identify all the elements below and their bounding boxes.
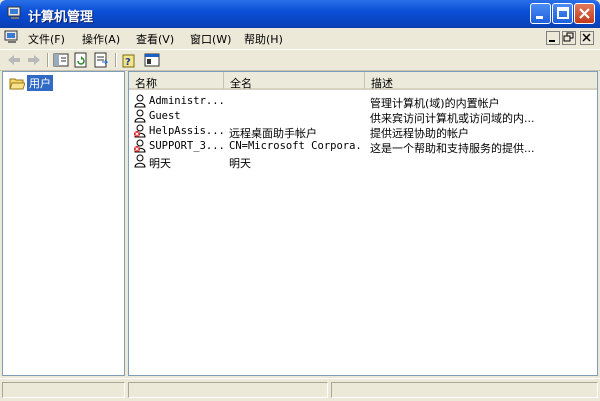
user-name: Guest [149,110,181,122]
menu-help[interactable]: 帮助(H) [244,31,283,47]
restore-icon [563,32,574,42]
computer-management-window: 计算机管理 文件(F) 操作(A) 查看(V) 窗口(W) 帮助(H) ? 用户… [0,0,600,401]
help-icon[interactable]: ? [122,52,138,68]
properties-icon[interactable] [144,52,160,68]
export-list-icon[interactable] [93,52,109,68]
refresh-icon[interactable] [73,52,89,68]
toolbar-separator [115,53,117,67]
user-fullname: 明天 [229,157,251,170]
menu-action[interactable]: 操作(A) [82,31,120,47]
folder-open-icon [9,78,25,89]
user-fullname: CN=Microsoft Corpora... [229,140,363,152]
status-bar [0,378,600,401]
status-panel [128,382,328,398]
menu-window[interactable]: 窗口(W) [190,31,231,47]
user-name: 明天 [149,157,171,170]
column-header-label: 全名 [230,77,252,90]
close-icon [579,8,590,19]
disabled-user-icon [134,124,146,138]
minimize-icon [549,40,555,42]
table-row[interactable]: 明天 明天 [129,154,597,170]
toolbar: ? [0,49,600,71]
user-name: SUPPORT_3... [149,140,225,152]
column-header-label: 名称 [135,77,157,90]
menu-view[interactable]: 查看(V) [136,31,174,47]
maximize-icon [557,7,569,19]
child-restore-button[interactable] [562,31,576,45]
system-menu-icon[interactable] [4,30,20,45]
minimize-button[interactable] [530,3,551,24]
column-header-name[interactable]: 名称 [129,72,224,90]
toolbar-separator [47,53,49,67]
child-close-button[interactable] [580,31,594,45]
table-row[interactable]: Administr... 管理计算机(域)的内置帐户 [129,94,597,110]
table-row[interactable]: HelpAssis... 远程桌面助手帐户 提供远程协助的帐户 [129,124,597,140]
show-hide-tree-icon[interactable] [53,52,69,68]
table-row[interactable]: SUPPORT_3... CN=Microsoft Corpora... 这是一… [129,139,597,155]
column-header-label: 描述 [371,77,393,90]
menu-file[interactable]: 文件(F) [28,31,65,47]
column-header-fullname[interactable]: 全名 [224,72,365,90]
disabled-user-icon [134,139,146,153]
user-icon [134,94,146,108]
user-name: HelpAssis... [149,125,225,137]
maximize-button[interactable] [552,3,573,24]
status-panel [2,382,125,398]
users-list-view[interactable]: 名称 全名 描述 Administr... 管理计算机(域)的内置帐户 Gues… [128,71,598,376]
forward-icon[interactable] [26,52,42,68]
window-title: 计算机管理 [28,10,94,25]
close-button[interactable] [574,3,595,24]
user-icon [134,109,146,123]
svg-text:?: ? [125,57,131,68]
console-tree-pane[interactable]: 用户 [2,71,125,376]
status-panel [331,382,598,398]
menu-bar: 文件(F) 操作(A) 查看(V) 窗口(W) 帮助(H) [0,28,600,48]
user-icon [134,154,146,168]
close-icon [582,33,591,42]
user-name: Administr... [149,95,225,107]
back-icon[interactable] [6,52,22,68]
tree-node-label: 用户 [27,75,53,91]
title-bar[interactable]: 计算机管理 [0,0,600,28]
column-header-description[interactable]: 描述 [365,72,597,90]
computer-management-icon [7,6,21,19]
table-row[interactable]: Guest 供来宾访问计算机或访问域的内... [129,109,597,125]
tree-node-users[interactable]: 用户 [9,75,53,91]
child-minimize-button[interactable] [546,31,560,45]
minimize-icon [536,16,543,19]
